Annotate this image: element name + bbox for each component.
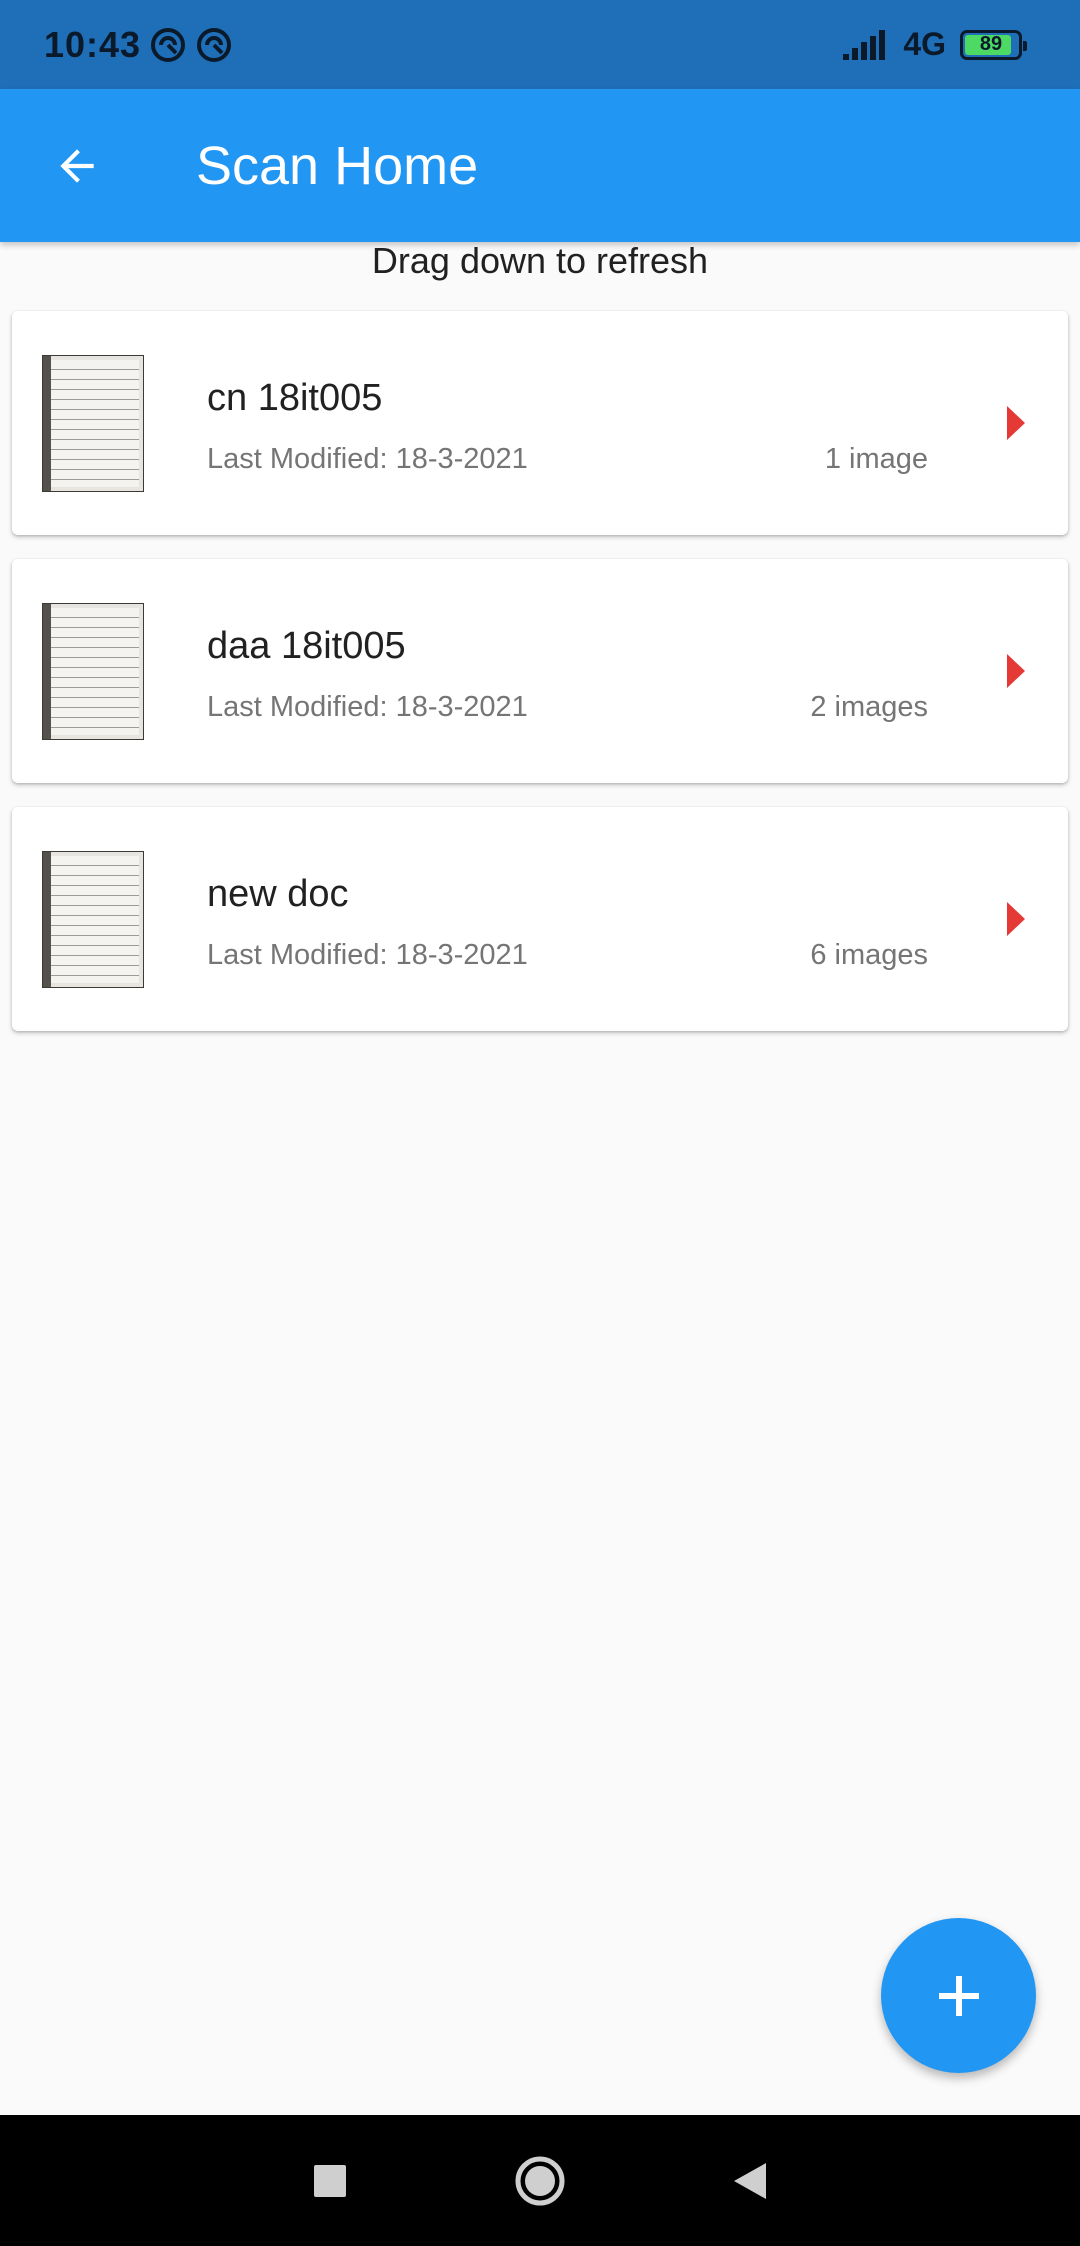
back-button[interactable] <box>22 111 132 221</box>
circle-icon <box>515 2156 565 2205</box>
notification-app-icon <box>151 27 186 62</box>
arrow-left-icon <box>60 148 94 183</box>
notification-app-icon <box>197 27 232 62</box>
arrow-right-icon <box>1007 902 1025 936</box>
open-document-button[interactable] <box>994 643 1038 699</box>
document-image-count: 1 image <box>824 443 928 475</box>
arrow-right-icon <box>1007 406 1025 440</box>
document-card[interactable]: cn 18it005 Last Modified: 18-3-2021 1 im… <box>12 311 1068 535</box>
status-right: 4G 89 <box>843 26 1027 63</box>
battery-level: 89 <box>979 33 1003 55</box>
battery-icon: 89 <box>960 29 1027 60</box>
screen: 10:43 4G 89 Scan Home Drag down to refre… <box>0 0 1080 2246</box>
triangle-back-icon <box>734 2162 766 2199</box>
nav-recents-button[interactable] <box>300 2151 360 2211</box>
open-document-button[interactable] <box>994 395 1038 451</box>
system-nav-bar <box>0 2115 1080 2246</box>
arrow-right-icon <box>1007 654 1025 688</box>
status-left: 10:43 <box>44 24 233 66</box>
plus-icon <box>938 1975 979 2016</box>
signal-icon <box>843 29 886 60</box>
add-document-button[interactable] <box>881 1918 1036 2073</box>
open-document-button[interactable] <box>994 891 1038 947</box>
document-name: cn 18it005 <box>207 377 383 419</box>
document-image-count: 6 images <box>810 939 928 971</box>
document-modified-date: Last Modified: 18-3-2021 <box>207 691 528 723</box>
square-icon <box>314 2164 346 2197</box>
document-card[interactable]: daa 18it005 Last Modified: 18-3-2021 2 i… <box>12 559 1068 783</box>
document-thumbnail <box>42 603 144 740</box>
document-list: cn 18it005 Last Modified: 18-3-2021 1 im… <box>12 311 1068 1055</box>
page-title: Scan Home <box>196 135 479 196</box>
document-modified-date: Last Modified: 18-3-2021 <box>207 443 528 475</box>
document-thumbnail <box>42 851 144 988</box>
document-name: new doc <box>207 873 349 915</box>
document-thumbnail <box>42 355 144 492</box>
app-bar: Scan Home <box>0 89 1080 242</box>
document-image-count: 2 images <box>810 691 928 723</box>
document-name: daa 18it005 <box>207 625 406 667</box>
nav-back-button[interactable] <box>720 2151 780 2211</box>
document-card[interactable]: new doc Last Modified: 18-3-2021 6 image… <box>12 807 1068 1031</box>
document-modified-date: Last Modified: 18-3-2021 <box>207 939 528 971</box>
status-time: 10:43 <box>44 23 142 65</box>
network-type: 4G <box>903 26 946 62</box>
nav-home-button[interactable] <box>510 2151 570 2211</box>
status-bar: 10:43 4G 89 <box>0 0 1080 89</box>
refresh-hint: Drag down to refresh <box>371 240 709 281</box>
